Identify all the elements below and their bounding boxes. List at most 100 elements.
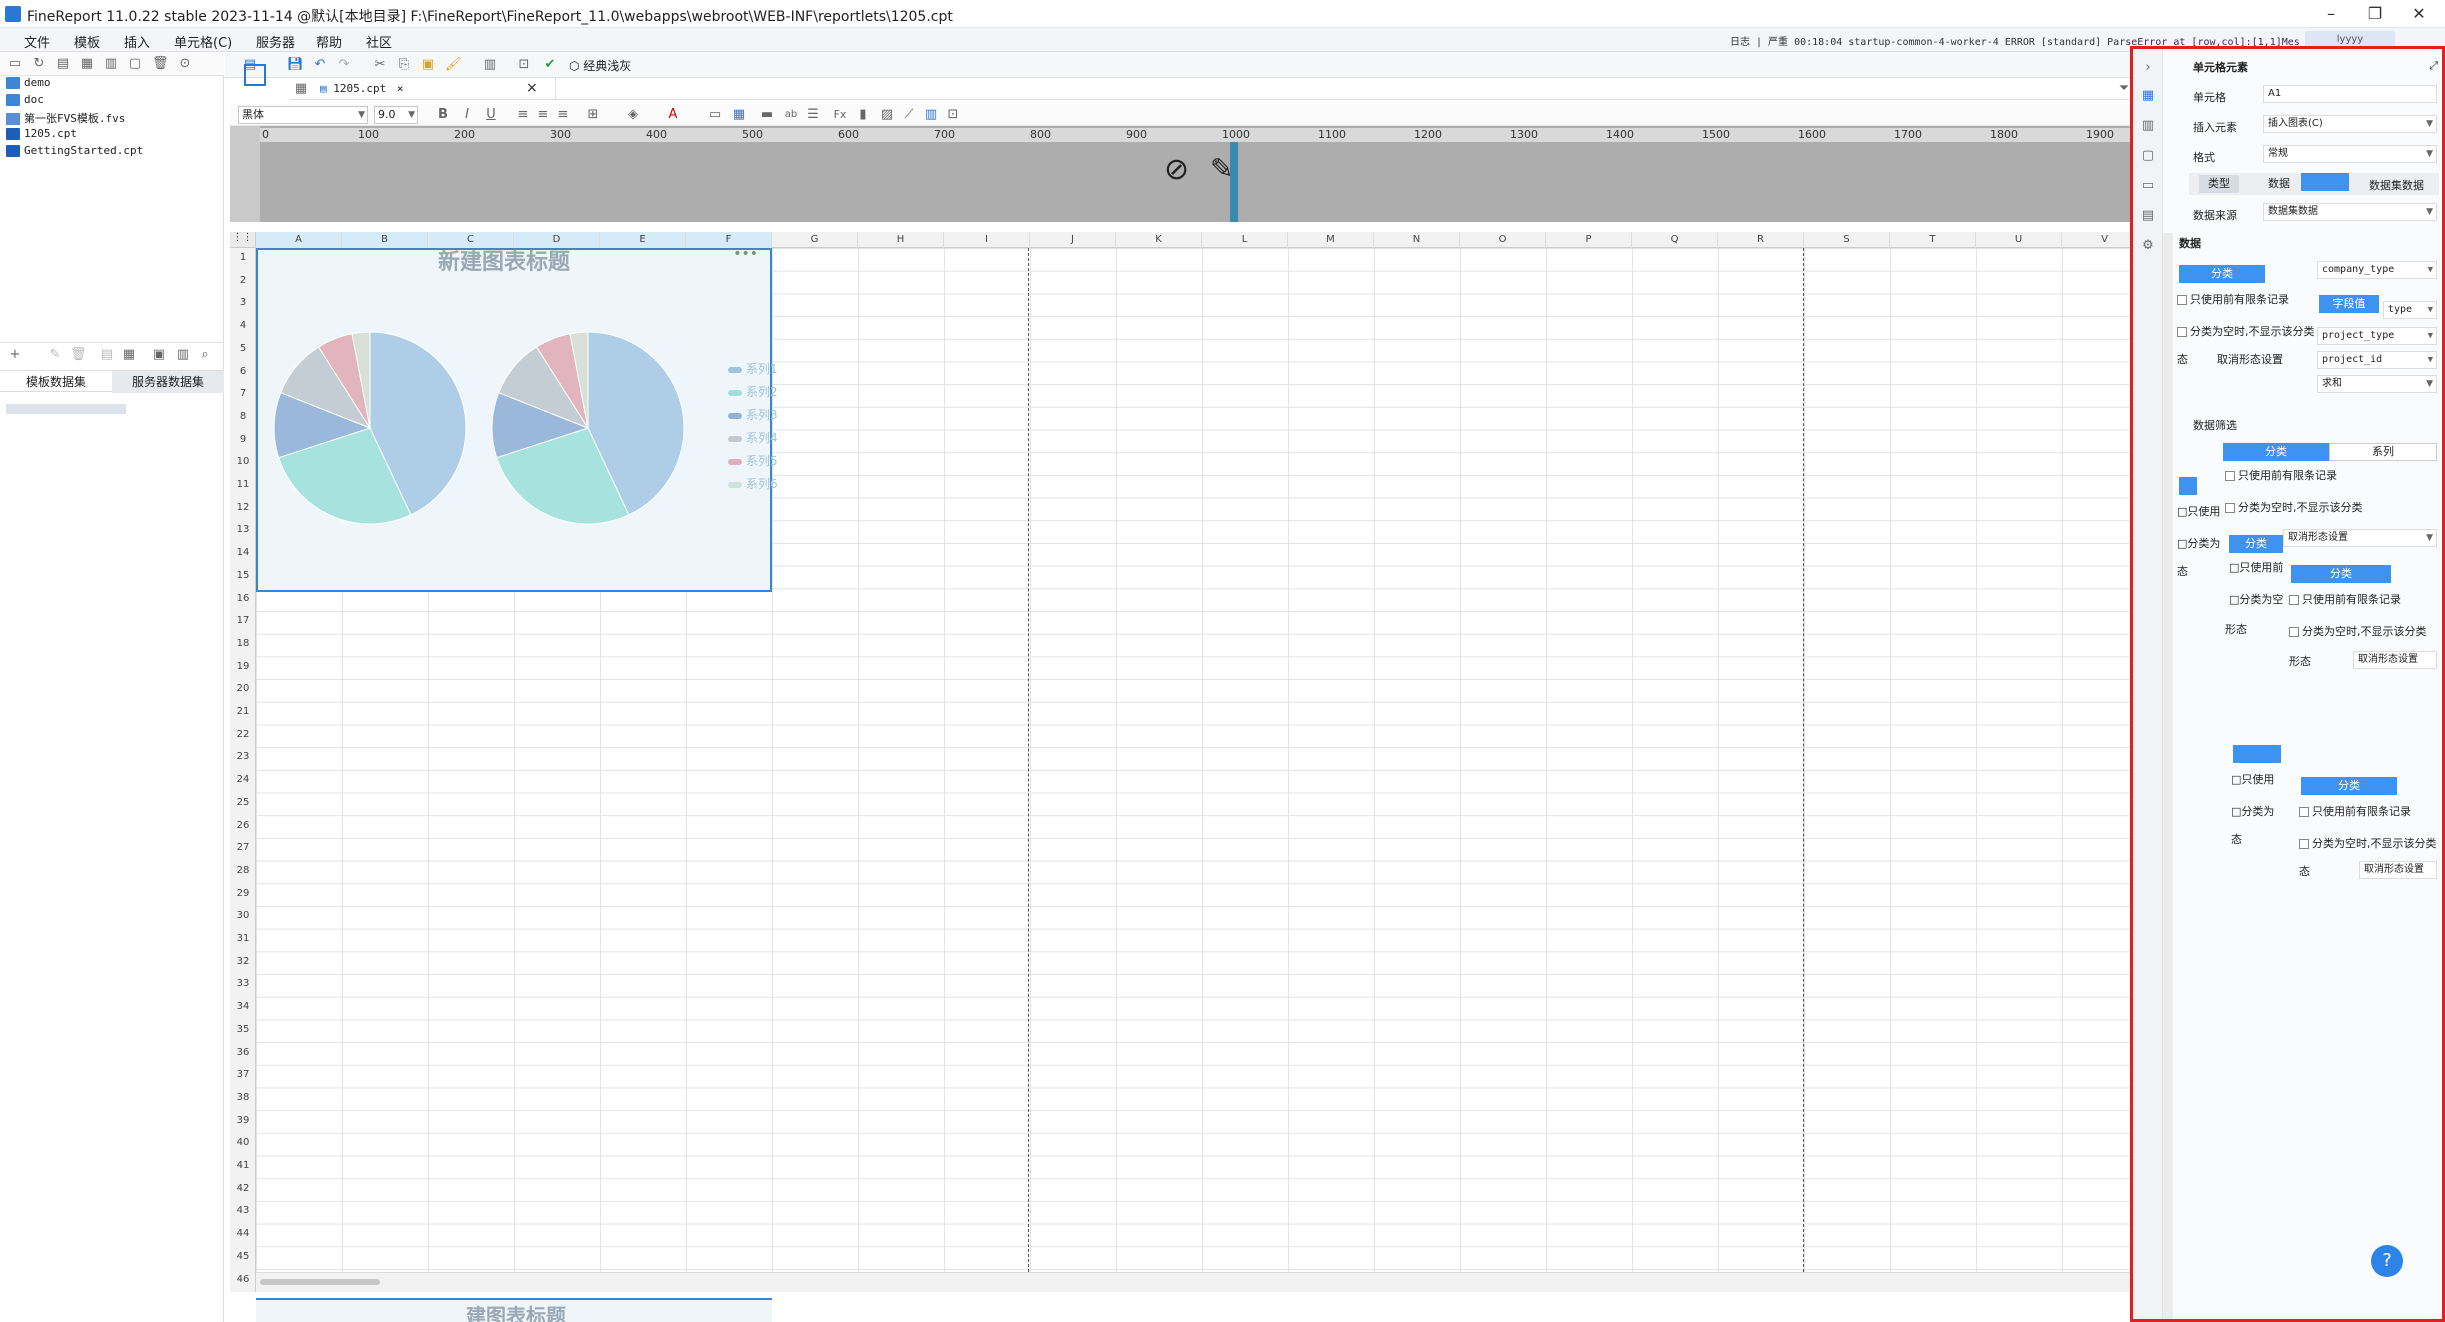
only-first-checkbox-5[interactable]: 只使用前有限条记录 [2289,591,2401,607]
field-value-button[interactable]: 字段值 [2319,295,2379,313]
row-header-cell[interactable]: 12 [230,502,256,513]
preview-icon[interactable]: ▥ [483,58,497,72]
classify-button-4[interactable]: 分类 [2229,535,2283,553]
column-header-cell[interactable]: E [600,232,686,248]
column-header-cell[interactable]: T [1890,232,1976,248]
close-window-button[interactable]: ✕ [2397,2,2441,26]
checkbox[interactable] [2299,839,2309,849]
formula-button[interactable]: Fx [830,108,850,122]
text-icon[interactable]: ab [784,108,798,122]
row-header-cell[interactable]: 30 [230,910,256,921]
help-button[interactable]: ? [2371,1245,2403,1277]
row-header-cell[interactable]: 38 [230,1092,256,1103]
font-color-icon[interactable]: A [666,108,680,122]
db-icon[interactable]: ▦ [122,348,136,362]
menu-server[interactable]: 服务器 [256,32,295,51]
more-icon[interactable]: ⊡ [946,108,960,122]
row-header-cell[interactable]: 7 [230,388,256,399]
row-header-cell[interactable]: 21 [230,706,256,717]
line-icon[interactable]: ▬ [760,108,774,122]
close-all-icon[interactable]: × [526,80,538,96]
widget-icon[interactable]: ▭ [2141,179,2155,193]
empty-hide-checkbox-7[interactable]: 分类为空时,不显示该分类 [2299,835,2437,851]
add-dataset-icon[interactable]: + [8,348,22,362]
checkbox[interactable] [2177,327,2187,337]
restore-button[interactable]: ❐ [2353,2,2397,26]
tab-type[interactable]: 类型 [2199,175,2239,193]
copy-cell-icon[interactable]: ⎘ [397,58,411,72]
only-first-checkbox-2[interactable]: 只使用前有限条记录 [2225,467,2337,483]
data-filter-label[interactable]: 数据筛选 [2193,417,2237,433]
cell-insert-icon[interactable] [238,60,272,100]
row-header-cell[interactable]: 2 [230,275,256,286]
locate-icon[interactable]: ⊙ [178,57,192,71]
fill-color-icon[interactable]: ◈ [626,108,640,122]
float-element-icon[interactable]: ▢ [2141,149,2155,163]
row-header-cell[interactable]: 23 [230,751,256,762]
tab-template-dataset[interactable]: 模板数据集 [0,371,112,393]
row-header-cell[interactable]: 25 [230,797,256,808]
empty-hide-checkbox-2[interactable]: 分类为空时,不显示该分类 [2225,499,2363,515]
cancel-form-button-7[interactable]: 取消形态设置 [2359,861,2437,879]
column-header-cell[interactable]: P [1546,232,1632,248]
row-header-cell[interactable]: 31 [230,933,256,944]
field-select-project-id[interactable]: project_id ▼ [2317,351,2437,369]
cell-attr-icon[interactable]: ▥ [2141,119,2155,133]
insert-element-select[interactable]: 插入图表(C) ▼ [2263,115,2437,133]
row-header-cell[interactable]: 39 [230,1115,256,1126]
tab-menu-icon[interactable]: ⏷ [2117,82,2131,96]
row-header-cell[interactable]: 19 [230,661,256,672]
row-header-cell[interactable]: 10 [230,456,256,467]
row-header-cell[interactable]: 8 [230,411,256,422]
cancel-form-select[interactable]: 取消形态设置 ▼ [2283,529,2437,547]
row-header-cell[interactable]: 14 [230,547,256,558]
condition-icon[interactable]: ▤ [2141,209,2155,223]
grid-view-icon[interactable]: ▦ [294,82,308,96]
cell-input[interactable]: A1 [2263,85,2437,103]
collapse-icon[interactable]: ⤢ [2429,59,2438,73]
row-header-cell[interactable]: 17 [230,615,256,626]
row-header-cell[interactable]: 22 [230,729,256,740]
row-header-cell[interactable]: 36 [230,1047,256,1058]
column-header-cell[interactable]: K [1116,232,1202,248]
checkbox[interactable] [2289,595,2299,605]
select-all-corner[interactable]: ⋮⋮ [230,232,256,248]
column-header-cell[interactable]: Q [1632,232,1718,248]
checkbox[interactable] [2225,503,2235,513]
open-icon[interactable]: ▤ [56,57,70,71]
slash-icon[interactable]: ⟋ [902,108,916,122]
redo-icon[interactable]: ↷ [337,58,351,72]
column-header-cell[interactable]: M [1288,232,1374,248]
cancel-form-button-5[interactable]: 取消形态设置 [2353,651,2437,669]
tree-file-1205[interactable]: 1205.cpt [6,127,77,143]
undo-icon[interactable]: ↶ [313,58,327,72]
menu-insert[interactable]: 插入 [124,32,150,51]
row-header-cell[interactable]: 32 [230,956,256,967]
row-header-cell[interactable]: 44 [230,1228,256,1239]
row-header-cell[interactable]: 3 [230,297,256,308]
panel-scrollbar[interactable] [2163,233,2173,1319]
column-header-cell[interactable]: G [772,232,858,248]
horizontal-scrollbar[interactable] [256,1272,2156,1292]
pencil-icon[interactable]: ✎ [1210,152,1233,185]
row-header-cell[interactable]: 33 [230,978,256,989]
row-header-cell[interactable]: 40 [230,1137,256,1148]
column-header-cell[interactable]: H [858,232,944,248]
checkbox[interactable] [2299,807,2309,817]
empty-hide-checkbox-5[interactable]: 分类为空时,不显示该分类 [2289,623,2427,639]
checkbox[interactable] [2289,627,2299,637]
row-header-cell[interactable]: 9 [230,434,256,445]
rename-icon[interactable]: ▦ [80,57,94,71]
delete-file-icon[interactable]: ▥ [104,57,118,71]
row-header-cell[interactable]: 1 [230,252,256,263]
merge-icon[interactable]: ▭ [708,108,722,122]
tab-dataset[interactable]: 数据集数据 [2369,177,2424,193]
refresh-icon[interactable]: ↻ [32,57,46,71]
row-header-cell[interactable]: 34 [230,1001,256,1012]
aggregate-select[interactable]: 求和 ▼ [2317,375,2437,393]
delete-icon[interactable]: 🗑︎ [70,348,87,362]
font-family-select[interactable]: 黑体 ▼ [238,106,368,124]
column-header-cell[interactable]: S [1804,232,1890,248]
close-tab-icon[interactable]: × [397,82,404,95]
check-icon[interactable]: ✔ [543,58,557,72]
